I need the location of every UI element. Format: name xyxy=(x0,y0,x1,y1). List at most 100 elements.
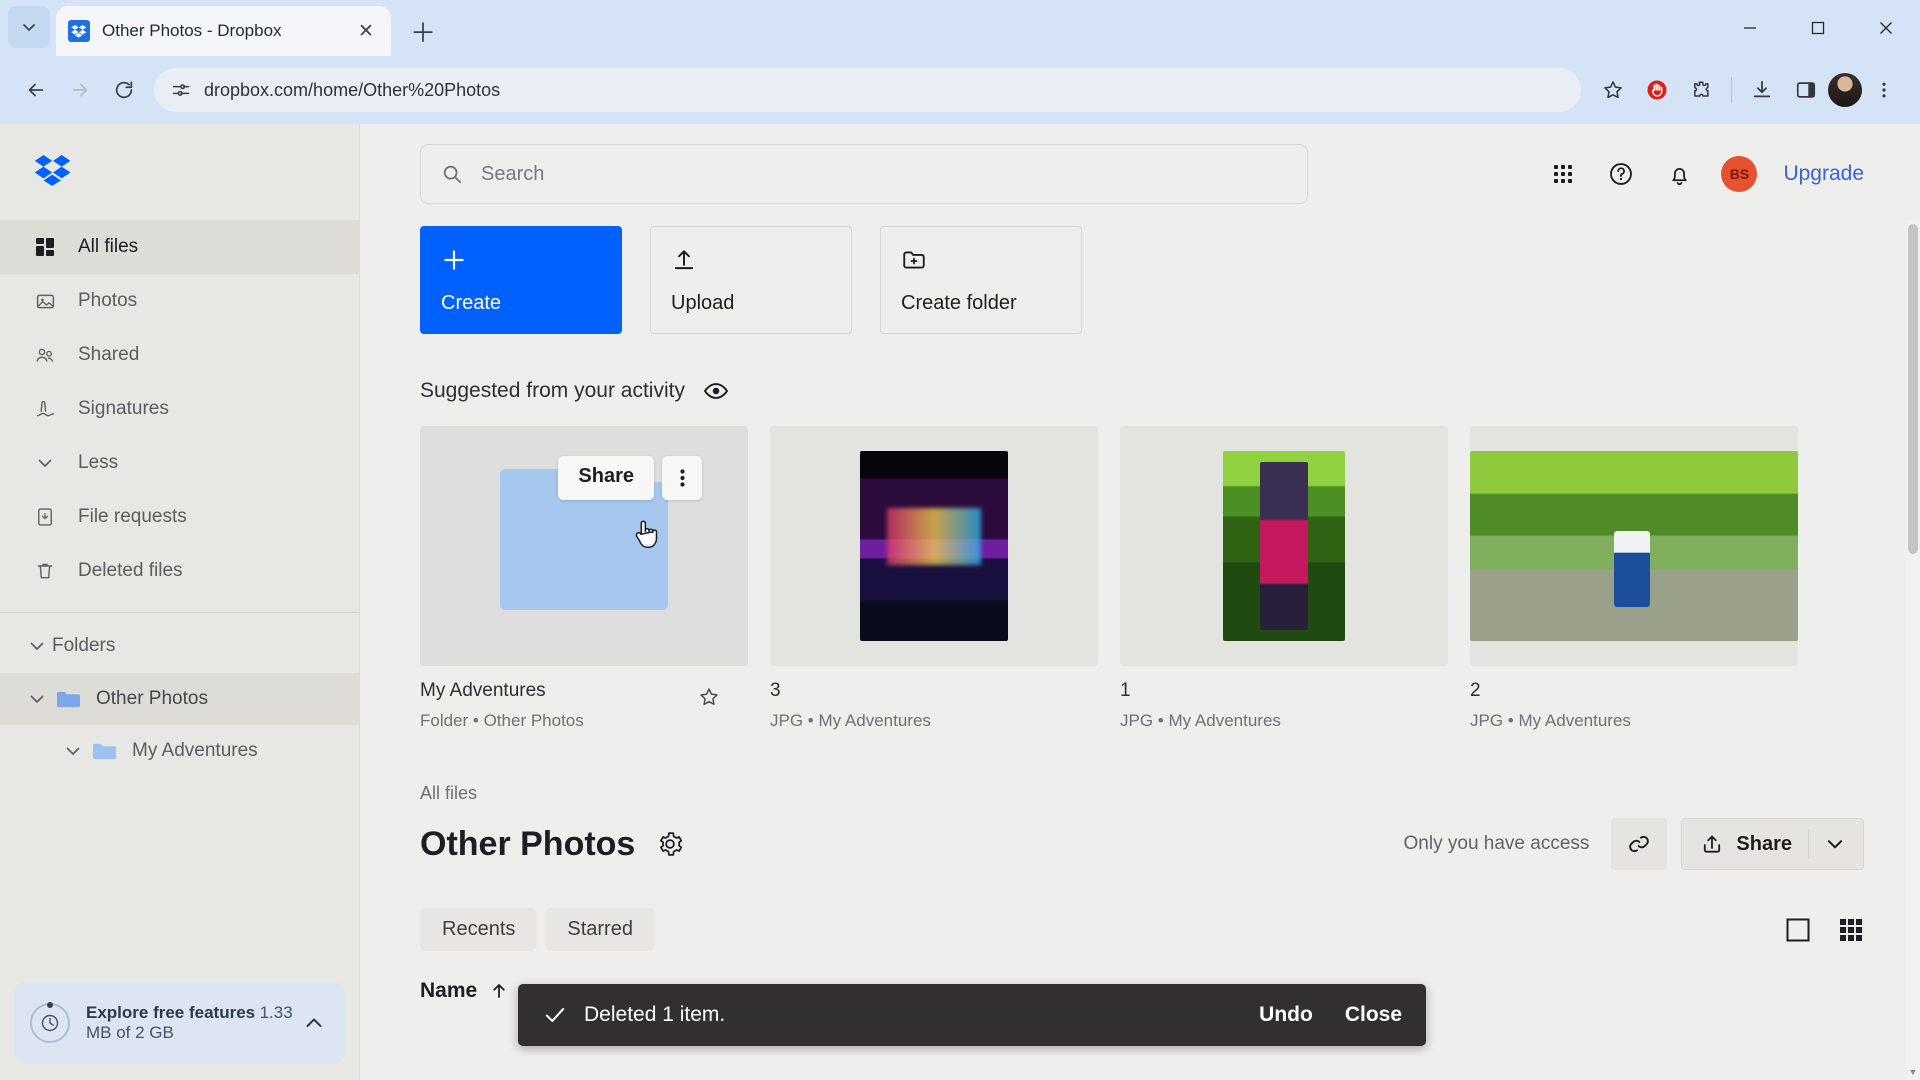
card-share-button[interactable]: Share xyxy=(558,456,654,500)
browser-tab[interactable]: Other Photos - Dropbox ✕ xyxy=(56,6,391,56)
view-toggle-group xyxy=(1784,916,1864,944)
reload-icon[interactable] xyxy=(102,68,146,112)
sidebar: All files Photos Shared Signatures Less … xyxy=(0,124,360,1080)
toast-message: Deleted 1 item. xyxy=(584,1003,726,1026)
sidebar-item-signatures[interactable]: Signatures xyxy=(0,382,359,436)
sidebar-folder-my-adventures[interactable]: My Adventures xyxy=(0,725,359,777)
tab-recents[interactable]: Recents xyxy=(420,908,538,951)
user-avatar[interactable]: BS xyxy=(1721,156,1758,192)
trash-icon xyxy=(32,561,58,581)
toast-undo-button[interactable]: Undo xyxy=(1259,1003,1313,1027)
profile-avatar[interactable] xyxy=(1828,73,1862,107)
folder-icon xyxy=(500,469,668,610)
sidebar-item-shared[interactable]: Shared xyxy=(0,328,359,382)
search-box[interactable] xyxy=(420,144,1308,204)
shared-people-icon xyxy=(32,345,58,366)
card-thumbnail[interactable] xyxy=(1120,426,1448,666)
sidebar-item-label: Deleted files xyxy=(78,560,183,581)
sidebar-divider xyxy=(0,612,359,613)
sidebar-folder-label: Other Photos xyxy=(96,688,208,709)
help-question-icon[interactable] xyxy=(1605,158,1637,190)
column-header-name[interactable]: Name xyxy=(420,979,477,1003)
chevron-down-icon[interactable] xyxy=(58,742,88,760)
breadcrumb[interactable]: All files xyxy=(420,783,1864,804)
explore-free-features-panel[interactable]: Explore free features 1.33 MB of 2 GB xyxy=(14,982,345,1064)
arrow-up-icon[interactable] xyxy=(489,981,509,1001)
sidebar-folder-label: My Adventures xyxy=(132,740,258,761)
share-button[interactable]: Share xyxy=(1681,818,1864,870)
card-thumbnail[interactable] xyxy=(770,426,1098,666)
gear-icon[interactable] xyxy=(657,831,683,857)
create-folder-button-label: Create folder xyxy=(901,292,1017,314)
three-dot-vertical-icon xyxy=(679,469,685,487)
window-minimize-button[interactable] xyxy=(1716,0,1784,56)
sidebar-item-label: Less xyxy=(78,452,119,473)
new-tab-button[interactable]: ＋ xyxy=(404,12,442,50)
card-subtitle: Folder • Other Photos xyxy=(420,711,584,730)
suggested-card-photo-2[interactable]: 2 JPG • My Adventures xyxy=(1470,426,1798,731)
photo-preview xyxy=(1223,451,1345,641)
site-settings-icon[interactable] xyxy=(168,77,194,103)
create-button[interactable]: Create xyxy=(420,226,622,334)
tab-close-icon[interactable]: ✕ xyxy=(353,18,379,44)
sidebar-folder-other-photos[interactable]: Other Photos xyxy=(0,673,359,725)
address-bar[interactable]: dropbox.com/home/Other%20Photos xyxy=(154,68,1581,112)
adblock-shield-icon[interactable] xyxy=(1635,68,1679,112)
scroll-down-button[interactable]: ▼ xyxy=(1906,1064,1920,1080)
chevron-down-icon[interactable] xyxy=(22,690,52,708)
photos-icon xyxy=(32,291,58,312)
forward-arrow-icon[interactable] xyxy=(58,68,102,112)
card-meta: My Adventures Folder • Other Photos xyxy=(420,666,748,731)
tab-strip: Other Photos - Dropbox ✕ ＋ xyxy=(0,0,1920,56)
sidebar-item-less[interactable]: Less xyxy=(0,436,359,490)
app-header: BS Upgrade xyxy=(360,124,1920,224)
extensions-puzzle-icon[interactable] xyxy=(1679,68,1723,112)
access-status-text: Only you have access xyxy=(1403,833,1590,854)
folder-share-actions: Only you have access Share xyxy=(1404,818,1864,870)
suggested-card-photo-1[interactable]: 1 JPG • My Adventures xyxy=(1120,426,1448,731)
chevron-down-icon xyxy=(23,24,35,31)
copy-link-button[interactable] xyxy=(1611,818,1668,870)
side-panel-icon[interactable] xyxy=(1784,68,1828,112)
tab-search-button[interactable] xyxy=(8,6,50,48)
chevron-down-icon xyxy=(22,637,52,655)
upgrade-link[interactable]: Upgrade xyxy=(1783,162,1864,186)
tab-starred[interactable]: Starred xyxy=(545,908,655,951)
vertical-scrollbar-thumb[interactable] xyxy=(1908,224,1918,554)
photo-preview xyxy=(860,451,1008,641)
share-button-divider xyxy=(1808,829,1809,859)
sidebar-item-file-requests[interactable]: File requests xyxy=(0,490,359,544)
star-icon[interactable] xyxy=(1591,68,1635,112)
grid-view-icon[interactable] xyxy=(1838,917,1864,943)
page-title-row: Other Photos Only you have access Share xyxy=(420,818,1864,870)
chevron-up-icon[interactable] xyxy=(299,1012,329,1034)
bell-icon[interactable] xyxy=(1663,158,1695,190)
star-outline-icon[interactable] xyxy=(698,686,720,713)
window-maximize-button[interactable] xyxy=(1784,0,1852,56)
sidebar-item-photos[interactable]: Photos xyxy=(0,274,359,328)
suggested-card-folder[interactable]: Share My Adventures Folder • Other Photo… xyxy=(420,426,748,731)
share-button-label: Share xyxy=(1736,832,1792,855)
card-thumbnail[interactable] xyxy=(1470,426,1798,666)
card-thumbnail[interactable]: Share xyxy=(420,426,748,666)
toast-close-button[interactable]: Close xyxy=(1345,1003,1402,1027)
window-close-button[interactable] xyxy=(1852,0,1920,56)
download-icon[interactable] xyxy=(1740,68,1784,112)
grid-apps-icon[interactable] xyxy=(1547,158,1579,190)
back-arrow-icon[interactable] xyxy=(14,68,58,112)
create-folder-button[interactable]: Create folder xyxy=(880,226,1082,334)
eye-icon[interactable] xyxy=(703,378,729,404)
storage-clock-icon xyxy=(30,1002,70,1043)
sidebar-folders-header[interactable]: Folders xyxy=(0,619,359,673)
list-view-icon[interactable] xyxy=(1784,916,1812,944)
upload-button[interactable]: Upload xyxy=(650,226,852,334)
card-subtitle: JPG • My Adventures xyxy=(1120,711,1281,730)
card-more-options-button[interactable] xyxy=(662,456,702,500)
dropbox-logo[interactable] xyxy=(0,124,359,216)
sidebar-item-all-files[interactable]: All files xyxy=(0,220,359,274)
search-input[interactable] xyxy=(481,162,1287,186)
sidebar-item-deleted-files[interactable]: Deleted files xyxy=(0,544,359,598)
three-dot-menu-icon[interactable] xyxy=(1862,68,1906,112)
suggested-card-photo-3[interactable]: 3 JPG • My Adventures xyxy=(770,426,1098,731)
